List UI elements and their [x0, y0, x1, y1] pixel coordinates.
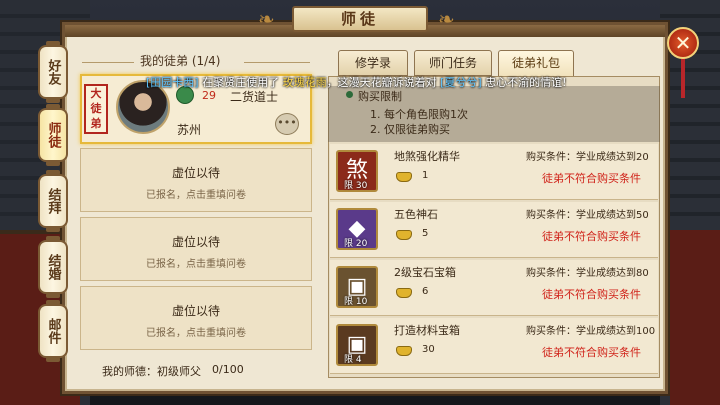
- side-tab-label: 师徒: [45, 122, 61, 148]
- side-tab-sworn[interactable]: 结拜: [38, 170, 68, 232]
- gold-ingot-icon: [396, 230, 412, 240]
- broadcast-item: 玫瑰花雨: [282, 76, 327, 89]
- purchase-limit: 限 10: [344, 297, 368, 307]
- purchase-limit: 限 4: [344, 355, 362, 365]
- gift-item-row[interactable]: ▣ 限 10 2级宝石宝箱 购买条件：学业成绩达到80 6 徒弟不符合购买条件: [330, 260, 658, 316]
- my-disciples-header: 我的徒弟 (1/4): [140, 54, 221, 68]
- side-tab-label: 结拜: [45, 188, 61, 214]
- gift-item-row[interactable]: ◆ 限 20 五色神石 购买条件：学业成绩达到50 5 徒弟不符合购买条件: [330, 202, 658, 258]
- slot-title: 虚位以待: [171, 235, 220, 249]
- header-divider: [82, 62, 134, 63]
- item-status: 徒弟不符合购买条件: [542, 172, 641, 185]
- empty-disciple-slot[interactable]: 虚位以待 已报名，点击重填问卷: [80, 286, 312, 350]
- item-name: 五色神石: [394, 208, 438, 221]
- item-condition: 购买条件：学业成绩达到80: [526, 268, 649, 279]
- disciple-city: 苏州: [177, 123, 202, 137]
- rule-item: 1. 每个角色限购1次: [370, 108, 468, 121]
- gold-ingot-icon: [396, 346, 412, 356]
- world-broadcast: [田园卡西] 在聚贤庄使用了 玫瑰花雨，这漫天花瓣诉说着对 [夏兮兮] 忠心不渝…: [146, 74, 576, 90]
- broadcast-player[interactable]: [田园卡西]: [146, 76, 199, 89]
- purchase-limit: 限 30: [344, 181, 368, 191]
- item-status: 徒弟不符合购买条件: [542, 288, 641, 301]
- side-tab-friends[interactable]: 好友: [38, 41, 68, 103]
- empty-disciple-slot[interactable]: 虚位以待 已报名，点击重填问卷: [80, 148, 312, 212]
- broadcast-text: 忠心不渝的情谊!: [481, 76, 567, 89]
- mentor-virtue-label: 我的师德：初级师父: [102, 365, 201, 378]
- side-tab-mentorship[interactable]: 师徒: [38, 104, 68, 166]
- disciple-name: 二货道士: [230, 90, 279, 104]
- header-divider: [244, 62, 310, 63]
- item-price: 6: [422, 286, 429, 297]
- gold-ingot-icon: [396, 288, 412, 298]
- side-tab-mail[interactable]: 邮件: [38, 300, 68, 362]
- close-tassel: [681, 58, 685, 98]
- gold-ingot-icon: [396, 172, 412, 182]
- slot-hint: 已报名，点击重填问卷: [146, 259, 246, 270]
- item-name: 地煞强化精华: [394, 150, 460, 163]
- side-tab-label: 邮件: [45, 318, 61, 344]
- side-tab-label: 结婚: [45, 254, 61, 280]
- broadcast-text: 在聚贤庄使用了: [198, 76, 283, 89]
- purchase-limit: 限 20: [344, 239, 368, 249]
- mentor-virtue-progress: 0/100: [212, 363, 244, 376]
- item-condition: 购买条件：学业成绩达到50: [526, 210, 649, 221]
- disciple-level: 29: [202, 89, 216, 102]
- close-button[interactable]: ✕: [667, 27, 699, 59]
- slot-hint: 已报名，点击重填问卷: [146, 190, 246, 201]
- side-tab-label: 好友: [45, 59, 61, 85]
- item-name: 打造材料宝箱: [394, 324, 460, 337]
- tab-disciple-gift[interactable]: 徒弟礼包: [498, 50, 574, 76]
- rule-item: 2. 仅限徒弟购买: [370, 123, 450, 136]
- more-options-button[interactable]: •••: [275, 113, 299, 135]
- item-name: 2级宝石宝箱: [394, 266, 456, 279]
- gift-item-row[interactable]: ▣ 限 4 打造材料宝箱 购买条件：学业成绩达到100 30 徒弟不符合购买条件: [330, 318, 658, 374]
- title-ornament-right-icon: ❧: [438, 7, 455, 31]
- tab-sect-tasks[interactable]: 师门任务: [414, 50, 492, 76]
- item-condition: 购买条件：学业成绩达到100: [526, 326, 656, 337]
- item-status: 徒弟不符合购买条件: [542, 230, 641, 243]
- rules-heading: 购买限制: [358, 90, 402, 103]
- side-tab-marriage[interactable]: 结婚: [38, 236, 68, 298]
- background-building-right: [670, 230, 720, 405]
- item-status: 徒弟不符合购买条件: [542, 346, 641, 359]
- bullet-icon: [346, 91, 353, 98]
- senior-disciple-seal: 大徒弟: [84, 84, 108, 134]
- slot-title: 虚位以待: [171, 304, 220, 318]
- slot-title: 虚位以待: [171, 166, 220, 180]
- title-ornament-left-icon: ❧: [258, 7, 275, 31]
- slot-hint: 已报名，点击重填问卷: [146, 328, 246, 339]
- broadcast-text: ，这漫天花瓣诉说着对: [326, 76, 441, 89]
- empty-disciple-slot[interactable]: 虚位以待 已报名，点击重填问卷: [80, 217, 312, 281]
- tab-study-record[interactable]: 修学录: [338, 50, 408, 76]
- item-price: 30: [422, 344, 435, 355]
- item-price: 5: [422, 228, 429, 239]
- gift-item-row[interactable]: 煞 限 30 地煞强化精华 购买条件：学业成绩达到20 1 徒弟不符合购买条件: [330, 144, 658, 200]
- broadcast-target[interactable]: [夏兮兮]: [440, 76, 482, 89]
- item-condition: 购买条件：学业成绩达到20: [526, 152, 649, 163]
- window-title: 师徒: [292, 6, 428, 32]
- item-price: 1: [422, 170, 429, 181]
